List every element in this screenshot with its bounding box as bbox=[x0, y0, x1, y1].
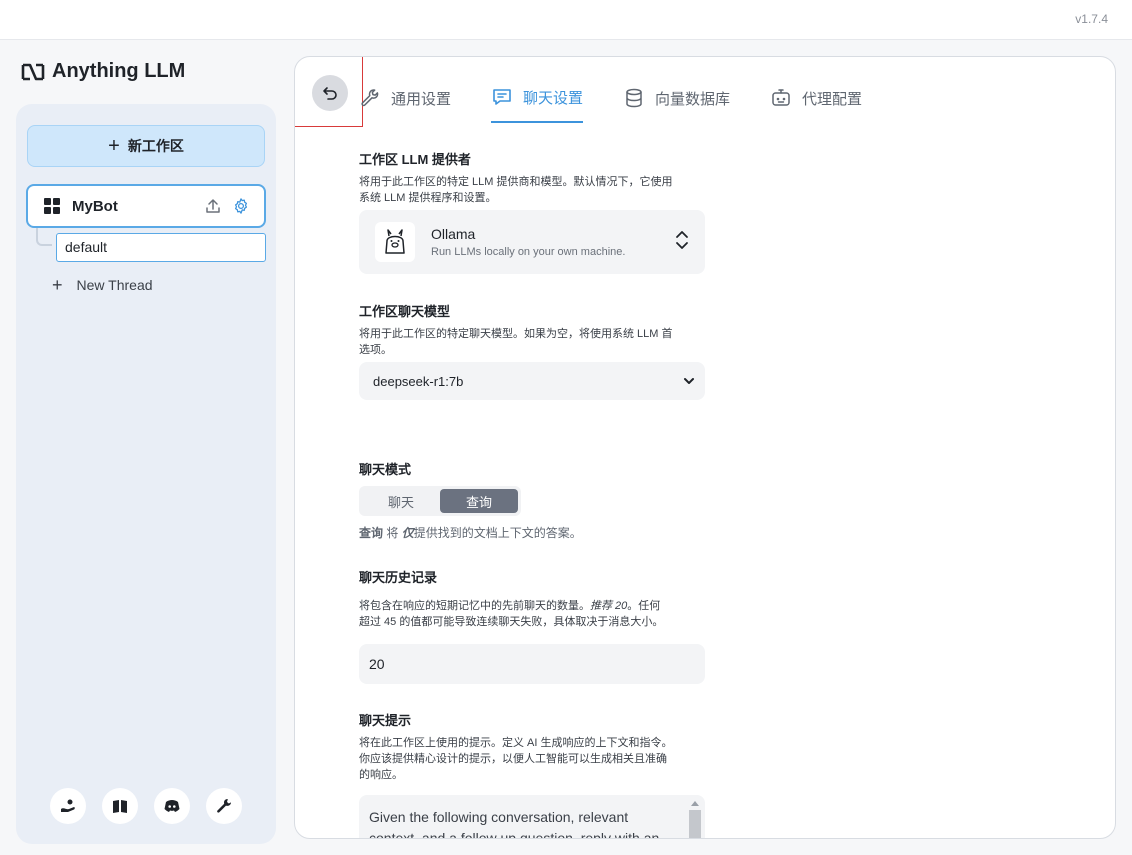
workspace-name: MyBot bbox=[72, 197, 118, 215]
provider-name: Ollama bbox=[431, 226, 476, 242]
desc-part: 。任何 bbox=[627, 600, 661, 612]
database-icon bbox=[626, 88, 642, 108]
new-thread-label: New Thread bbox=[76, 277, 153, 293]
selected-model: deepseek-r1:7b bbox=[373, 373, 464, 389]
thread-connector bbox=[36, 228, 52, 246]
ollama-logo bbox=[375, 222, 415, 262]
tab-label: 聊天设置 bbox=[523, 89, 584, 107]
tab-label: 向量数据库 bbox=[655, 90, 731, 108]
tab-general-settings[interactable]: 通用设置 bbox=[359, 79, 451, 123]
desc-part: 将包含在响应的短期记忆中的先前聊天的数量。 bbox=[359, 600, 590, 612]
chevron-down-icon bbox=[684, 378, 694, 384]
chat-prompt-section: 聊天提示 将在此工作区上使用的提示。定义 AI 生成响应的上下文和指令。 你应该… bbox=[359, 710, 719, 783]
chat-history-input[interactable] bbox=[359, 644, 705, 684]
chat-prompt-textarea[interactable]: Given the following conversation, releva… bbox=[359, 795, 705, 838]
llm-provider-section: 工作区 LLM 提供者 将用于此工作区的特定 LLM 提供商和模型。默认情况下，… bbox=[359, 149, 719, 206]
chat-model-title: 工作区聊天模型 bbox=[359, 304, 451, 319]
llm-provider-title: 工作区 LLM 提供者 bbox=[359, 152, 471, 167]
settings-panel: 通用设置 聊天设置 向量数据库 代理配置 工作区 LLM 提供者 将用于此工作区… bbox=[294, 56, 1116, 839]
chat-model-desc: 将用于此工作区的特定聊天模型。如果为空，将使用系统 LLM 首 选项。 bbox=[359, 326, 719, 358]
logo-text: Anything LLM bbox=[52, 60, 186, 82]
docs-button[interactable] bbox=[102, 788, 138, 824]
chat-history-desc: 将包含在响应的短期记忆中的先前聊天的数量。推荐 20。任何 超过 45 的值都可… bbox=[359, 598, 719, 630]
thread-default[interactable]: default bbox=[56, 233, 266, 262]
version-label: v1.7.4 bbox=[1075, 12, 1108, 26]
desc-line: 将用于此工作区的特定 LLM 提供商和模型。默认情况下，它使用 bbox=[359, 176, 673, 188]
desc-mid: 将 bbox=[383, 526, 402, 540]
desc-line: 的响应。 bbox=[359, 769, 403, 781]
chat-model-select[interactable]: deepseek-r1:7b bbox=[359, 362, 705, 400]
tab-label: 代理配置 bbox=[802, 90, 863, 108]
tab-chat-settings[interactable]: 聊天设置 bbox=[491, 79, 584, 123]
desc-rest: 提供找到的文档上下文的答案。 bbox=[413, 526, 582, 540]
desc-line: 超过 45 的值都可能导致连续聊天失败，具体取决于消息大小。 bbox=[359, 616, 664, 628]
settings-tabs: 通用设置 聊天设置 向量数据库 代理配置 bbox=[359, 79, 862, 123]
prompt-scrollbar[interactable] bbox=[689, 799, 701, 838]
chat-mode-toggle: 聊天 查询 bbox=[359, 486, 521, 516]
desc-line: 选项。 bbox=[359, 344, 392, 356]
upload-icon[interactable] bbox=[204, 197, 222, 215]
sidebar: + 新工作区 MyBot default + New Thread bbox=[16, 104, 276, 844]
workspace-item-mybot[interactable]: MyBot bbox=[26, 184, 266, 228]
llm-provider-select[interactable]: Ollama Run LLMs locally on your own mach… bbox=[359, 210, 705, 274]
discord-icon bbox=[164, 800, 180, 812]
settings-button[interactable] bbox=[206, 788, 242, 824]
discord-button[interactable] bbox=[154, 788, 190, 824]
provider-subtitle: Run LLMs locally on your own machine. bbox=[431, 246, 626, 258]
desc-line: 系统 LLM 提供程序和设置。 bbox=[359, 192, 497, 204]
plus-icon: + bbox=[52, 275, 63, 295]
anything-llm-logo-icon bbox=[21, 63, 45, 80]
desc-recommend: 推荐 20 bbox=[590, 600, 628, 612]
plus-icon: + bbox=[108, 135, 120, 157]
new-workspace-button[interactable]: + 新工作区 bbox=[27, 125, 265, 167]
wrench-icon bbox=[361, 89, 379, 107]
agent-icon bbox=[772, 89, 790, 106]
new-workspace-label: 新工作区 bbox=[127, 138, 184, 154]
chat-icon bbox=[493, 89, 511, 105]
chat-mode-title: 聊天模式 bbox=[359, 462, 412, 477]
desc-bold: 查询 bbox=[359, 526, 384, 540]
desc-line: 你应该提供精心设计的提示，以便人工智能可以生成相关且准确 bbox=[359, 753, 667, 765]
tab-agent-config[interactable]: 代理配置 bbox=[770, 79, 862, 123]
chat-prompt-desc: 将在此工作区上使用的提示。定义 AI 生成响应的上下文和指令。 你应该提供精心设… bbox=[359, 735, 719, 783]
top-bar: v1.7.4 bbox=[0, 0, 1132, 40]
chat-mode-desc: 查询 将 仅提供找到的文档上下文的答案。 bbox=[359, 524, 582, 541]
workspace-grid-icon bbox=[44, 198, 60, 214]
sidebar-footer bbox=[50, 788, 242, 824]
new-thread-button[interactable]: + New Thread bbox=[52, 276, 153, 294]
community-hub-button[interactable] bbox=[50, 788, 86, 824]
desc-line: 将用于此工作区的特定聊天模型。如果为空，将使用系统 LLM 首 bbox=[359, 328, 673, 340]
desc-italic: 仅 bbox=[401, 526, 414, 540]
chat-history-section: 聊天历史记录 将包含在响应的短期记忆中的先前聊天的数量。推荐 20。任何 超过 … bbox=[359, 567, 719, 630]
community-hub-icon bbox=[61, 799, 75, 812]
docs-book-icon bbox=[113, 800, 127, 813]
gear-icon[interactable] bbox=[232, 197, 250, 215]
highlight-annotation-box bbox=[295, 57, 363, 127]
llm-provider-desc: 将用于此工作区的特定 LLM 提供商和模型。默认情况下，它使用 系统 LLM 提… bbox=[359, 174, 719, 206]
desc-line: 将在此工作区上使用的提示。定义 AI 生成响应的上下文和指令。 bbox=[359, 737, 673, 749]
chevron-up-down-icon bbox=[675, 230, 689, 255]
app-logo: Anything LLM bbox=[20, 60, 185, 83]
chat-mode-option-query[interactable]: 查询 bbox=[440, 489, 518, 513]
chat-mode-option-chat[interactable]: 聊天 bbox=[362, 489, 440, 513]
chat-model-section: 工作区聊天模型 将用于此工作区的特定聊天模型。如果为空，将使用系统 LLM 首 … bbox=[359, 301, 719, 358]
tab-vector-database[interactable]: 向量数据库 bbox=[623, 79, 730, 123]
chat-history-title: 聊天历史记录 bbox=[359, 570, 438, 585]
ollama-llama-icon bbox=[385, 229, 405, 254]
chat-prompt-title: 聊天提示 bbox=[359, 713, 412, 728]
tab-label: 通用设置 bbox=[391, 90, 452, 108]
settings-wrench-icon bbox=[217, 799, 231, 813]
